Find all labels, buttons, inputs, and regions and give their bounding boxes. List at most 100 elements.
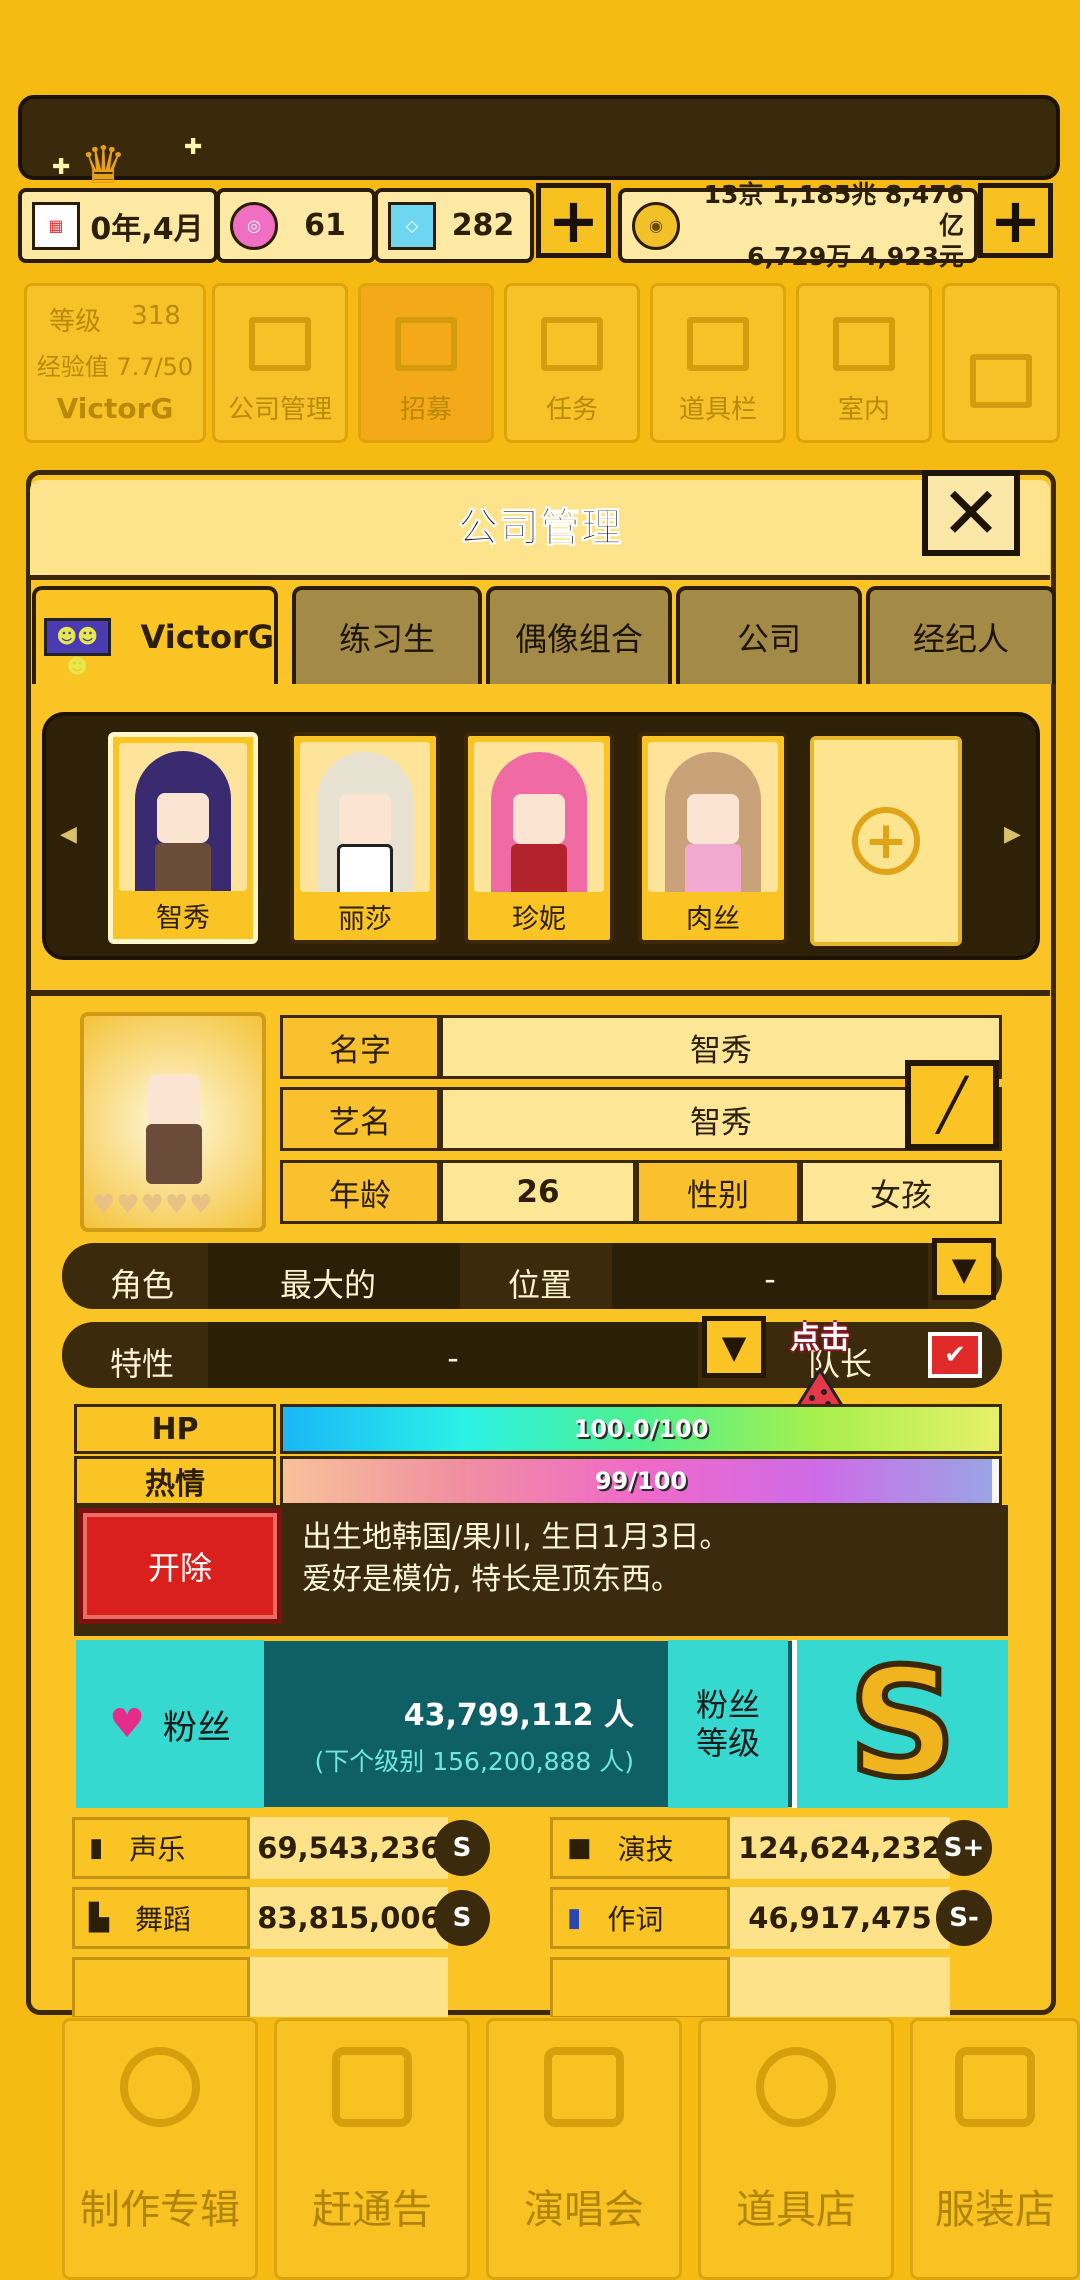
close-icon: ✕ — [940, 471, 1002, 555]
nav-label: 演唱会 — [524, 2187, 644, 2233]
passion-bar: 99/100 — [280, 1456, 1002, 1506]
trait-label: 特性 — [109, 1345, 174, 1383]
buy-gems-button[interactable]: + — [536, 183, 611, 258]
skill-label: 声乐 — [129, 1833, 186, 1866]
menu-inventory[interactable]: 道具栏 — [650, 283, 786, 443]
scroll-icon — [541, 317, 603, 371]
scroll-right-icon[interactable]: ▶ — [1004, 822, 1021, 847]
edit-name-button[interactable]: ╱ — [905, 1060, 999, 1150]
hp-bar: 100.0/100 — [280, 1404, 1002, 1454]
member-card-jennie[interactable]: 珍妮 — [464, 732, 614, 944]
menu-quests[interactable]: 任务 — [504, 283, 640, 443]
sparkle-icon: ✚ — [52, 155, 71, 180]
top-banner — [18, 95, 1060, 180]
member-card-lisa[interactable]: 丽莎 — [290, 732, 440, 944]
role-value: 最大的 — [279, 1266, 376, 1304]
fans-count-box: 43,799,112 人 (下个级别 156,200,888 人) — [268, 1640, 664, 1808]
nav-label: 服装店 — [935, 2187, 1055, 2233]
skill-row — [550, 1956, 950, 2017]
nav-label: 赶通告 — [312, 2187, 432, 2233]
menu-more[interactable] — [942, 283, 1060, 443]
nav-produce-album[interactable]: 制作专辑 — [62, 2018, 258, 2280]
date-text: 0年,4月 — [90, 211, 204, 247]
level-value: 318 — [131, 300, 181, 331]
position-label: 位置 — [507, 1266, 572, 1304]
hp-label: HP — [74, 1404, 276, 1454]
menu-interior[interactable]: 室内 — [796, 283, 932, 443]
building-icon — [249, 317, 311, 371]
skills-grid: ▮ 声乐 69,543,236 S ■ 演技 124,624,232 S+ ▙ 舞蹈 … — [72, 1812, 1012, 2017]
skill-value: 46,917,475 — [730, 1887, 950, 1949]
fan-level-label-1: 粉丝 — [695, 1686, 760, 1724]
skill-label: 演技 — [617, 1833, 674, 1866]
nav-concert[interactable]: 演唱会 — [486, 2018, 682, 2280]
bio-line-1: 出生地韩国/果川, 生日1月3日。 — [302, 1520, 730, 1555]
fan-rank: S — [845, 1637, 959, 1811]
menu-label: 任务 — [545, 395, 598, 425]
skill-label: 舞蹈 — [135, 1903, 192, 1936]
tab-victorg[interactable]: ☻☻☻ VictorG — [32, 586, 278, 684]
sparkle-icon: ✚ — [184, 135, 203, 160]
megaphone-icon — [395, 317, 457, 371]
fan-level-label-2: 等级 — [695, 1724, 760, 1762]
add-member-button[interactable]: + — [810, 736, 962, 946]
member-name: 肉丝 — [686, 904, 740, 935]
fire-button[interactable]: 开除 — [78, 1508, 282, 1624]
position-value: - — [764, 1260, 776, 1298]
blue-gem-icon: ◇ — [388, 201, 436, 250]
passion-text: 99/100 — [594, 1467, 688, 1495]
affection-hearts: ♥♥♥♥♥ — [92, 1190, 214, 1220]
trait-value: - — [447, 1339, 459, 1377]
group-icon: ☻☻☻ — [44, 618, 111, 678]
trait-dropdown-button[interactable]: ▼ — [702, 1316, 766, 1378]
close-button[interactable]: ✕ — [922, 470, 1020, 556]
fans-next-level: (下个级别 156,200,888 人) — [314, 1747, 634, 1776]
tab-company[interactable]: 公司 — [676, 586, 862, 684]
plus-icon: + — [852, 807, 920, 875]
tab-idol-groups[interactable]: 偶像组合 — [486, 586, 672, 684]
nav-item-shop[interactable]: 道具店 — [698, 2018, 894, 2280]
pink-gem-counter: ◎ 61 — [216, 188, 376, 263]
tab-managers[interactable]: 经纪人 — [866, 586, 1056, 684]
age-label: 年龄 — [280, 1160, 440, 1224]
crown-icon: ♛ — [80, 136, 127, 196]
scroll-left-icon[interactable]: ◀ — [60, 822, 77, 847]
check-icon: ✔ — [944, 1340, 966, 1370]
age-value: 26 — [440, 1160, 636, 1224]
page-title: 公司管理 — [458, 505, 622, 552]
menu-recruit[interactable]: 招募 — [358, 283, 494, 443]
nav-label: 制作专辑 — [80, 2187, 240, 2233]
nav-schedule[interactable]: 赶通告 — [274, 2018, 470, 2280]
buy-money-button[interactable]: + — [978, 183, 1053, 258]
member-card-rose[interactable]: 肉丝 — [638, 732, 788, 944]
member-name: 智秀 — [156, 903, 210, 934]
skill-value: 124,624,232 — [730, 1817, 950, 1879]
menu-label: 公司管理 — [227, 395, 332, 425]
profile-name: VictorG — [56, 392, 174, 426]
shop-icon — [756, 2047, 836, 2127]
tab-trainees[interactable]: 练习生 — [292, 586, 482, 684]
pencil-icon: ╱ — [936, 1076, 968, 1134]
passion-label: 热情 — [74, 1456, 276, 1506]
divider — [30, 990, 1050, 996]
skill-grade: S — [434, 1890, 490, 1946]
leader-checkbox[interactable]: ✔ — [928, 1332, 982, 1378]
shoe-icon: ▙ — [89, 1903, 109, 1933]
tap-hint: 点击 — [790, 1321, 850, 1356]
skill-grade: S+ — [936, 1820, 992, 1876]
pen-icon: ▮ — [567, 1903, 582, 1933]
blue-gem-counter: ◇ 282 — [374, 188, 534, 263]
nav-clothing-shop[interactable]: 服装店 — [910, 2018, 1080, 2280]
menu-company-management[interactable]: 公司管理 — [212, 283, 348, 443]
member-card-jisoo[interactable]: 智秀 — [108, 732, 258, 944]
coin-icon: ◉ — [632, 201, 680, 250]
tab-label: 公司 — [736, 620, 801, 658]
calendar-icon — [332, 2047, 412, 2127]
skill-row: ▮ 作词 46,917,475 S- — [550, 1886, 992, 1950]
profile-tile: 等级 318 经验值 7.7/50 VictorG — [24, 283, 206, 443]
tab-label: 练习生 — [338, 620, 435, 658]
member-name: 丽莎 — [338, 904, 392, 935]
dropdown-icon — [970, 354, 1032, 408]
position-dropdown-button[interactable]: ▼ — [932, 1238, 996, 1300]
tab-label: 偶像组合 — [514, 620, 643, 658]
